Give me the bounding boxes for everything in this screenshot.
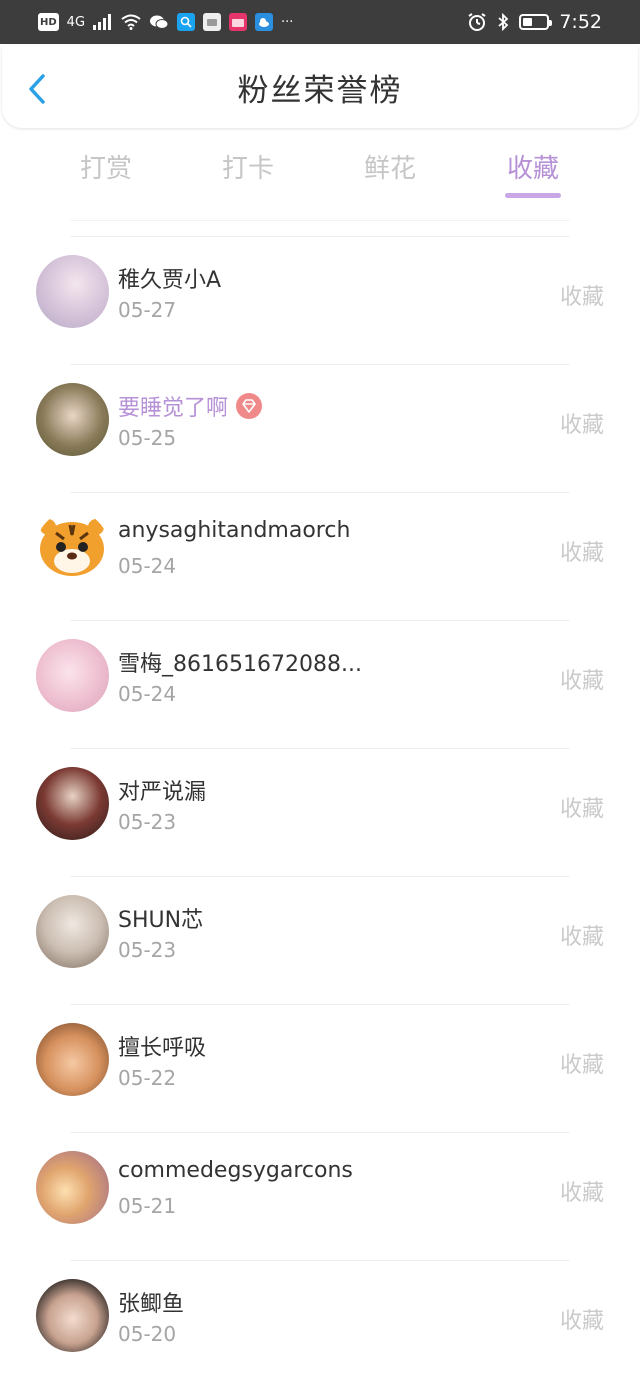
fan-name: 要睡觉了啊 [118,390,263,422]
status-bar: HD 4G ··· 7:52 [0,0,640,44]
fan-name-text: 对严说漏 [118,780,207,805]
wechat-icon [150,15,169,29]
network-type: 4G [66,14,86,30]
huawei-app-icon [203,13,222,31]
alarm-icon [468,13,486,31]
favorite-label: 收藏 [559,1309,604,1334]
battery-level [523,18,533,26]
row-divider [70,620,570,621]
back-button[interactable] [22,72,52,106]
more-notifications-icon: ··· [281,14,294,30]
list-item[interactable]: 擅长呼吸 05-22 收藏 [0,1004,640,1132]
favorite-label: 收藏 [559,797,604,822]
fan-name-text: 要睡觉了啊 [118,396,229,421]
fan-date: 05-24 [118,682,177,706]
row-divider [70,748,570,749]
signal-icon [93,14,112,30]
diamond-badge-icon [236,393,263,419]
page-title: 粉丝荣誉榜 [237,72,403,109]
avatar[interactable] [36,1023,109,1096]
chevron-left-icon [29,74,45,104]
tab-flowers[interactable]: 鲜花 [364,148,416,185]
avatar[interactable] [36,639,109,712]
row-divider [70,1004,570,1005]
fan-name: 稚久贾小A [118,262,221,294]
fan-name-text: anysaghitandmaorch [118,518,351,543]
avatar[interactable] [36,767,109,840]
status-bar-right: 7:52 [467,11,602,33]
fan-name-text: 雪梅_861651672088... [118,652,362,677]
favorite-label: 收藏 [559,1181,604,1206]
list-item[interactable]: anysaghitandmaorch 05-24 收藏 [0,492,640,620]
fan-name: SHUN芯 [118,902,203,934]
status-time: 7:52 [559,11,602,33]
list-item[interactable]: commedegsygarcons 05-21 收藏 [0,1132,640,1260]
favorite-label: 收藏 [559,925,604,950]
hd-indicator: HD [38,13,59,31]
row-divider [70,364,570,365]
favorite-label: 收藏 [559,541,604,566]
favorite-label: 收藏 [559,413,604,438]
fan-date: 05-23 [118,810,177,834]
status-bar-left: HD 4G ··· [38,13,293,31]
battery-icon [519,14,553,30]
fan-name-text: 稚久贾小A [118,268,222,293]
row-divider [70,876,570,877]
tab-checkin[interactable]: 打卡 [222,148,274,185]
fan-date: 05-24 [118,554,177,578]
avatar[interactable] [36,511,109,584]
avatar[interactable] [36,255,109,328]
list-item[interactable]: 雪梅_861651672088... 05-24 收藏 [0,620,640,748]
favorite-label: 收藏 [559,669,604,694]
fan-name: 对严说漏 [118,774,206,806]
favorite-label: 收藏 [559,1053,604,1078]
tiger-avatar-icon [40,519,104,576]
fan-name-text: 擅长呼吸 [118,1036,207,1061]
fan-name: 擅长呼吸 [118,1030,206,1062]
list-item[interactable]: 要睡觉了啊 05-25 收藏 [0,364,640,492]
fan-name-text: commedegsygarcons [118,1158,353,1183]
list-item[interactable]: 稚久贾小A 05-27 收藏 [0,236,640,364]
avatar[interactable] [36,1279,109,1352]
wifi-icon [121,14,141,30]
row-divider [70,1132,570,1133]
fan-date: 05-27 [118,298,177,322]
bluetooth-icon [498,13,509,31]
list-item[interactable]: 张鲫鱼 05-20 收藏 [0,1260,640,1388]
avatar[interactable] [36,383,109,456]
fan-date: 05-23 [118,938,177,962]
fans-list: 稚久贾小A 05-27 收藏 要睡觉了啊 05-25 收藏 anysaghita… [0,236,640,1388]
tab-favorites[interactable]: 收藏 [507,148,559,185]
list-item[interactable]: SHUN芯 05-23 收藏 [0,876,640,1004]
active-tab-indicator [505,193,561,198]
fan-name: 张鲫鱼 [118,1286,184,1318]
header-bar: 粉丝荣誉榜 [2,46,638,128]
fan-date: 05-20 [118,1322,177,1346]
row-divider [70,492,570,493]
row-divider [70,1260,570,1261]
fan-name-text: 张鲫鱼 [118,1292,185,1317]
row-divider [70,236,570,237]
fan-date: 05-21 [118,1194,177,1218]
fan-name: commedegsygarcons [118,1158,353,1183]
fan-name: 雪梅_861651672088... [118,646,362,678]
avatar[interactable] [36,1151,109,1224]
search-app-icon [177,13,196,31]
shop-app-icon [229,13,248,31]
fan-date: 05-22 [118,1066,177,1090]
weather-app-icon [255,13,274,31]
favorite-label: 收藏 [559,285,604,310]
list-item[interactable]: 对严说漏 05-23 收藏 [0,748,640,876]
fan-date: 05-25 [118,426,177,450]
fan-name-text: SHUN芯 [118,908,204,933]
tabs-divider [70,220,570,221]
fan-name: anysaghitandmaorch [118,518,350,543]
avatar[interactable] [36,895,109,968]
tab-reward[interactable]: 打赏 [80,148,132,185]
